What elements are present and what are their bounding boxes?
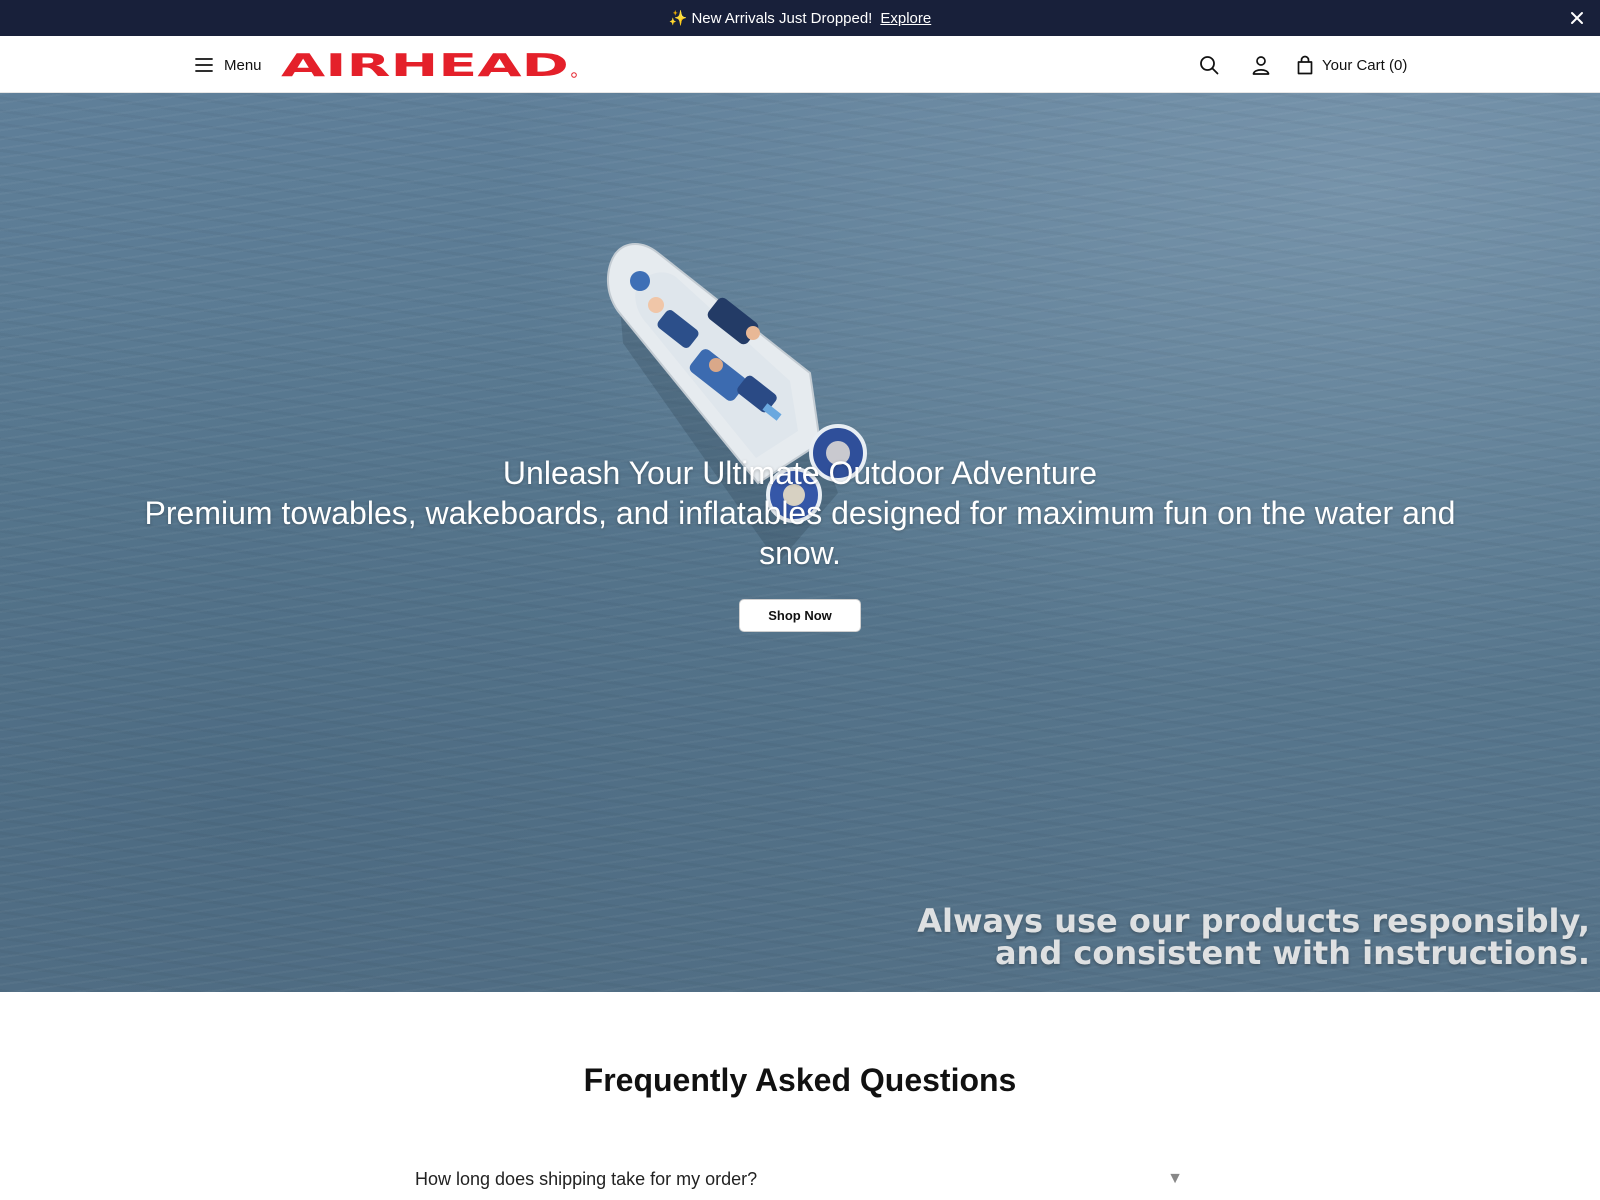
disclaimer-line-2: and consistent with instructions. bbox=[994, 934, 1590, 972]
cart-label: Your Cart (0) bbox=[1322, 56, 1408, 74]
announcement-message: New Arrivals Just Dropped! bbox=[691, 9, 873, 27]
user-icon[interactable] bbox=[1250, 54, 1272, 76]
explore-link[interactable]: Explore bbox=[880, 10, 931, 27]
site-header: Menu AIRHEAD Your Cart (0) bbox=[0, 36, 1600, 93]
chevron-down-icon: ▼ bbox=[1167, 1170, 1183, 1187]
menu-label: Menu bbox=[224, 56, 262, 74]
brand-logo[interactable]: AIRHEAD bbox=[281, 50, 579, 80]
faq-question: How long does shipping take for my order… bbox=[415, 1168, 758, 1189]
disclaimer-line-1: Always use our products responsibly, bbox=[917, 902, 1590, 940]
hero-text: Unleash Your Ultimate Outdoor Adventure … bbox=[100, 453, 1500, 573]
shopping-bag-icon bbox=[1297, 55, 1313, 75]
boat-image bbox=[606, 243, 867, 563]
sparkle-icon: ✨ bbox=[668, 10, 688, 27]
close-icon[interactable] bbox=[1568, 9, 1586, 27]
hero-title: Unleash Your Ultimate Outdoor Adventure bbox=[502, 455, 1098, 491]
hero-banner: Unleash Your Ultimate Outdoor Adventure … bbox=[0, 93, 1600, 992]
menu-button[interactable]: Menu bbox=[194, 52, 262, 78]
cart-button[interactable]: Your Cart (0) bbox=[1296, 52, 1407, 78]
safety-disclaimer: Always use our products responsibly, and… bbox=[890, 905, 1590, 969]
hero-subtitle: Premium towables, wakeboards, and inflat… bbox=[144, 495, 1456, 571]
faq-item[interactable]: How long does shipping take for my order… bbox=[415, 1163, 1185, 1195]
brand-logo-text: AIRHEAD bbox=[281, 50, 569, 80]
hamburger-icon bbox=[195, 58, 213, 72]
faq-title: Frequently Asked Questions bbox=[583, 1062, 1017, 1098]
search-icon[interactable] bbox=[1198, 54, 1220, 76]
announcement-bar: ✨ New Arrivals Just Dropped! Explore bbox=[0, 0, 1600, 36]
shop-now-button[interactable]: Shop Now bbox=[739, 599, 861, 632]
